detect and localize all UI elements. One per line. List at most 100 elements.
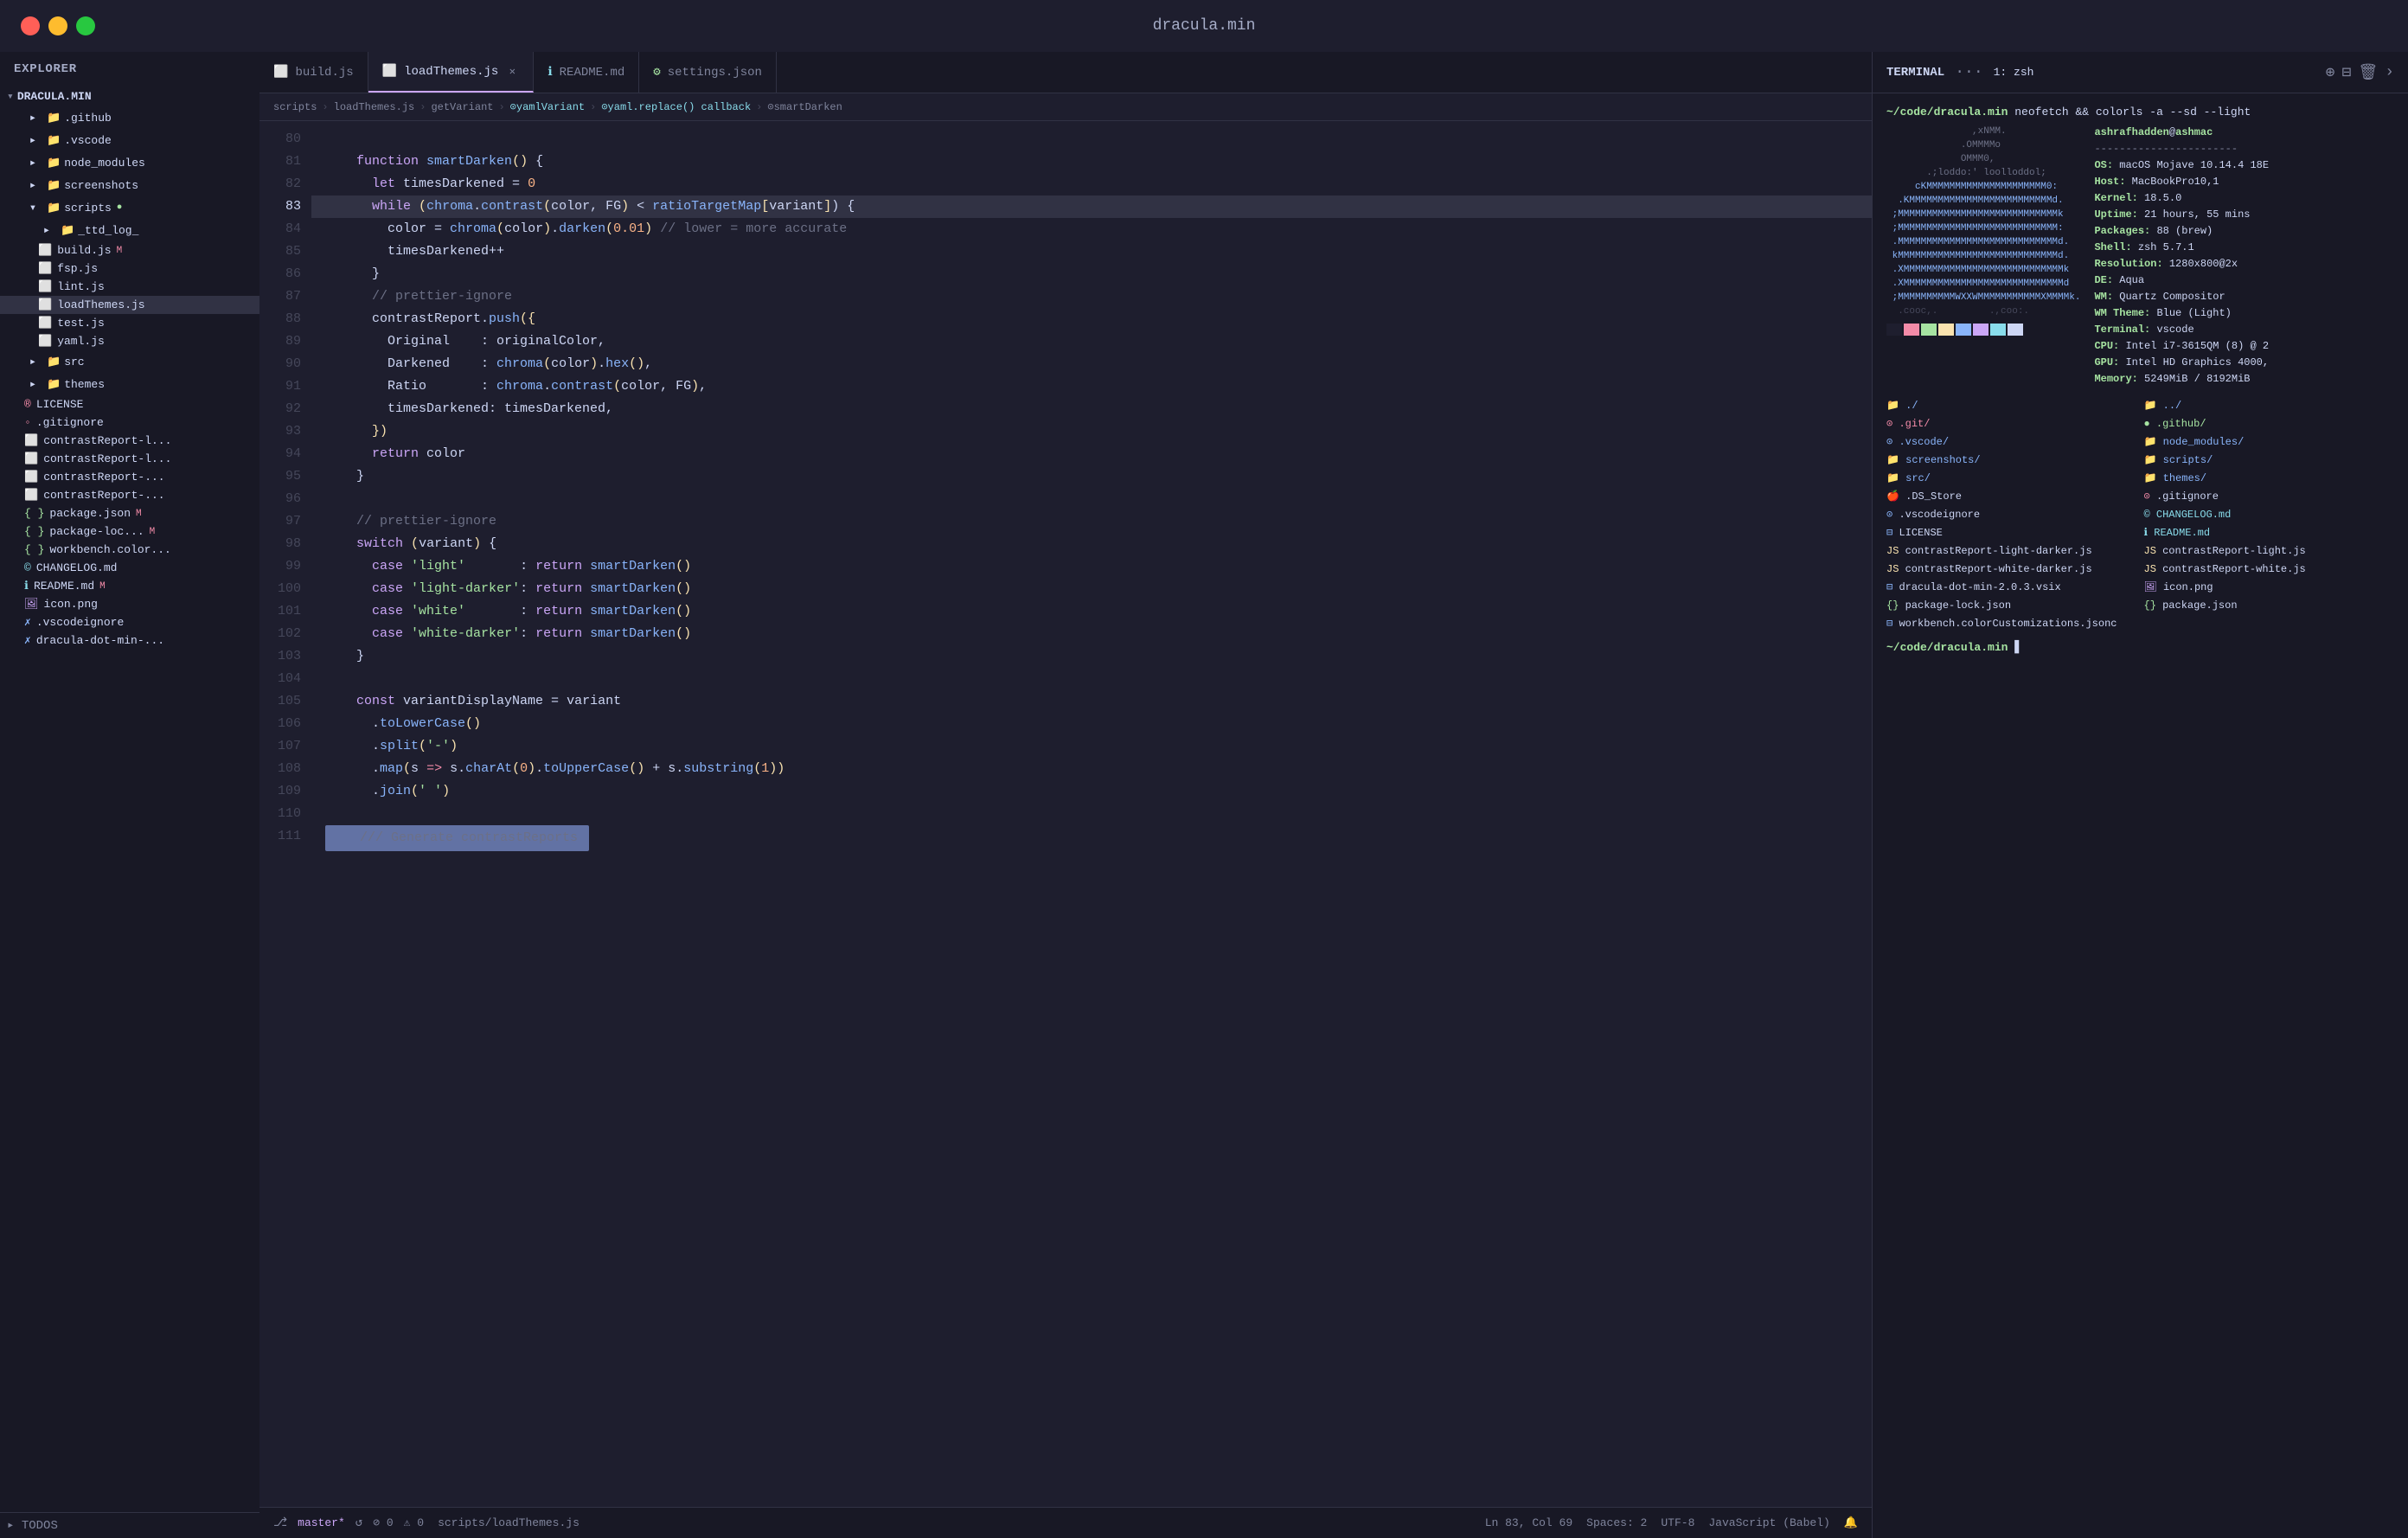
sidebar-item-contrast2[interactable]: ⬜ contrastReport-l... [0, 450, 259, 468]
sync-icon[interactable]: ↺ [355, 1516, 362, 1530]
breadcrumb-yamlreplace[interactable]: ⊙yaml.replace() callback [601, 100, 751, 113]
sidebar-item-loadthemes[interactable]: ⬜ loadThemes.js [0, 296, 259, 314]
status-left: ⎇ master* ↺ ⊘ 0 ⚠ 0 [273, 1516, 424, 1530]
sidebar-item-github[interactable]: ▸ 📁 .github [0, 106, 259, 129]
todos-label: TODOS [22, 1519, 58, 1533]
sidebar-item-themes[interactable]: ▸ 📁 themes [0, 373, 259, 395]
sidebar-item-workbench[interactable]: { } workbench.color... [0, 541, 259, 559]
encoding[interactable]: UTF-8 [1661, 1516, 1694, 1529]
tab-readme[interactable]: ℹ README.md [534, 52, 639, 93]
sidebar-label-src: src [64, 356, 84, 368]
js-icon: ⬜ [38, 244, 52, 257]
sidebar-item-readme[interactable]: ℹ README.md M [0, 577, 259, 595]
tab-close-button[interactable]: ✕ [505, 65, 519, 79]
sidebar-item-lintjs[interactable]: ⬜ lint.js [0, 278, 259, 296]
tab-loadthemes[interactable]: ⬜ loadThemes.js ✕ [368, 52, 535, 93]
terminal-controls: ⊕ ⊟ 🗑 › [2326, 63, 2394, 82]
list-item: JS contrastReport-light.js [2144, 543, 2395, 560]
filepath: scripts/loadThemes.js [438, 1516, 580, 1529]
ln-98: 98 [259, 533, 301, 555]
spaces[interactable]: Spaces: 2 [1586, 1516, 1647, 1529]
sidebar-item-contrast1[interactable]: ⬜ contrastReport-l... [0, 432, 259, 450]
breadcrumb-yamlvariant[interactable]: ⊙yamlVariant [510, 100, 585, 113]
breadcrumb-smartdarken[interactable]: ⊙smartDarken [767, 100, 842, 113]
language[interactable]: JavaScript (Babel) [1708, 1516, 1829, 1529]
list-item: 📁 themes/ [2144, 471, 2395, 487]
tab-buildjs[interactable]: ⬜ build.js [259, 52, 368, 93]
tab-settings[interactable]: ⚙ settings.json [639, 52, 777, 93]
sidebar-item-gitignore[interactable]: ◦ .gitignore [0, 413, 259, 432]
sidebar-item-yamljs[interactable]: ⬜ yaml.js [0, 332, 259, 350]
sidebar-item-vsix[interactable]: ✗ dracula-dot-min-... [0, 631, 259, 650]
chevron-down-icon: ▾ [7, 90, 14, 103]
sidebar-project-root[interactable]: ▾ DRACULA.MIN [0, 87, 259, 106]
terminal-more-icon[interactable]: ··· [1955, 64, 1982, 81]
sidebar-item-packagejson[interactable]: { } package.json M [0, 504, 259, 522]
terminal-split-icon[interactable]: ⊟ [2341, 63, 2351, 82]
sidebar-item-src[interactable]: ▸ 📁 src [0, 350, 259, 373]
terminal-collapse-icon[interactable]: › [2385, 64, 2394, 81]
todos-section[interactable]: ▸ TODOS [0, 1512, 259, 1538]
sidebar-label-readme: README.md [34, 580, 94, 593]
terminal-trash-icon[interactable]: 🗑 [2358, 63, 2378, 82]
terminal-content[interactable]: ~/code/dracula.min neofetch && colorls -… [1873, 93, 2408, 1538]
breadcrumb-getvariant[interactable]: getVariant [431, 101, 493, 113]
chevron-right-icon: ▸ [24, 109, 42, 126]
sidebar-item-vscodeignore[interactable]: ✗ .vscodeignore [0, 613, 259, 631]
code-line-82: let timesDarkened = 0 [311, 173, 1872, 195]
line-col[interactable]: Ln 83, Col 69 [1485, 1516, 1572, 1529]
sidebar-item-buildjs[interactable]: ⬜ build.js M [0, 241, 259, 260]
breadcrumb-loadthemes[interactable]: loadThemes.js [334, 101, 415, 113]
close-button[interactable] [21, 16, 40, 35]
list-item: ⊟ workbench.colorCustomizations.jsonc [1886, 616, 2137, 632]
branch-name[interactable]: master* [298, 1516, 345, 1529]
license-icon: ® [24, 398, 31, 411]
code-line-89: Original : originalColor, [311, 330, 1872, 353]
sidebar-item-license[interactable]: ® LICENSE [0, 395, 259, 413]
sidebar-item-packageloc[interactable]: { } package-loc... M [0, 522, 259, 541]
folder-icon: 📁 [61, 224, 74, 237]
list-item: ⊙ .vscodeignore [1886, 507, 2137, 523]
code-line-110 [311, 803, 1872, 825]
ln-104: 104 [259, 668, 301, 690]
terminal-tab-label[interactable]: 1: zsh [1994, 66, 2034, 79]
sidebar-item-node-modules[interactable]: ▸ 📁 node_modules [0, 151, 259, 174]
sidebar-label-testjs: test.js [57, 317, 105, 330]
js-icon: ⬜ [38, 298, 52, 311]
sidebar: EXPLORER ▾ DRACULA.MIN ▸ 📁 .github ▸ 📁 .… [0, 52, 259, 1538]
terminal-add-icon[interactable]: ⊕ [2326, 63, 2335, 82]
sidebar-label-iconpng: icon.png [44, 598, 98, 611]
sidebar-item-iconpng[interactable]: 🖼 icon.png [0, 595, 259, 613]
chevron-down-icon: ▾ [24, 199, 42, 216]
code-editor[interactable]: 80 81 82 83 84 85 86 87 88 89 90 91 92 9… [259, 121, 1872, 1507]
code-content[interactable]: function smartDarken() { let timesDarken… [311, 121, 1872, 1507]
breadcrumb-scripts[interactable]: scripts [273, 101, 317, 113]
minimize-button[interactable] [48, 16, 67, 35]
code-line-87: // prettier-ignore [311, 285, 1872, 308]
traffic-lights [21, 16, 95, 35]
ascii-art: ,xNMM. .OMMMMo OMMM0, .;loddo:' loollodd… [1886, 125, 2080, 388]
code-line-84: color = chroma(color).darken(0.01) // lo… [311, 218, 1872, 240]
maximize-button[interactable] [76, 16, 95, 35]
ln-103: 103 [259, 645, 301, 668]
sidebar-item-screenshots[interactable]: ▸ 📁 screenshots [0, 174, 259, 196]
sidebar-item-contrast4[interactable]: ⬜ contrastReport-... [0, 486, 259, 504]
ln-82: 82 [259, 173, 301, 195]
sidebar-item-vscode[interactable]: ▸ 📁 .vscode [0, 129, 259, 151]
sidebar-item-contrast3[interactable]: ⬜ contrastReport-... [0, 468, 259, 486]
code-line-101: case 'white' : return smartDarken() [311, 600, 1872, 623]
sidebar-item-fspjs[interactable]: ⬜ fsp.js [0, 260, 259, 278]
breadcrumb-sep1: › [322, 101, 328, 113]
sidebar-label-contrast4: contrastReport-... [43, 489, 164, 502]
code-line-88: contrastReport.push({ [311, 308, 1872, 330]
sidebar-item-ttdlog[interactable]: ▸ 📁 _ttd_log_ [0, 219, 259, 241]
js-icon: ⬜ [24, 434, 38, 447]
sidebar-item-scripts[interactable]: ▾ 📁 scripts ● [0, 196, 259, 219]
sidebar-label-gitignore: .gitignore [36, 416, 104, 429]
selected-comment: /// Generate contrastReports [325, 825, 589, 851]
sidebar-item-testjs[interactable]: ⬜ test.js [0, 314, 259, 332]
ln-80: 80 [259, 128, 301, 151]
folder-icon: 📁 [47, 179, 61, 192]
code-line-91: Ratio : chroma.contrast(color, FG), [311, 375, 1872, 398]
sidebar-item-changelog[interactable]: © CHANGELOG.md [0, 559, 259, 577]
